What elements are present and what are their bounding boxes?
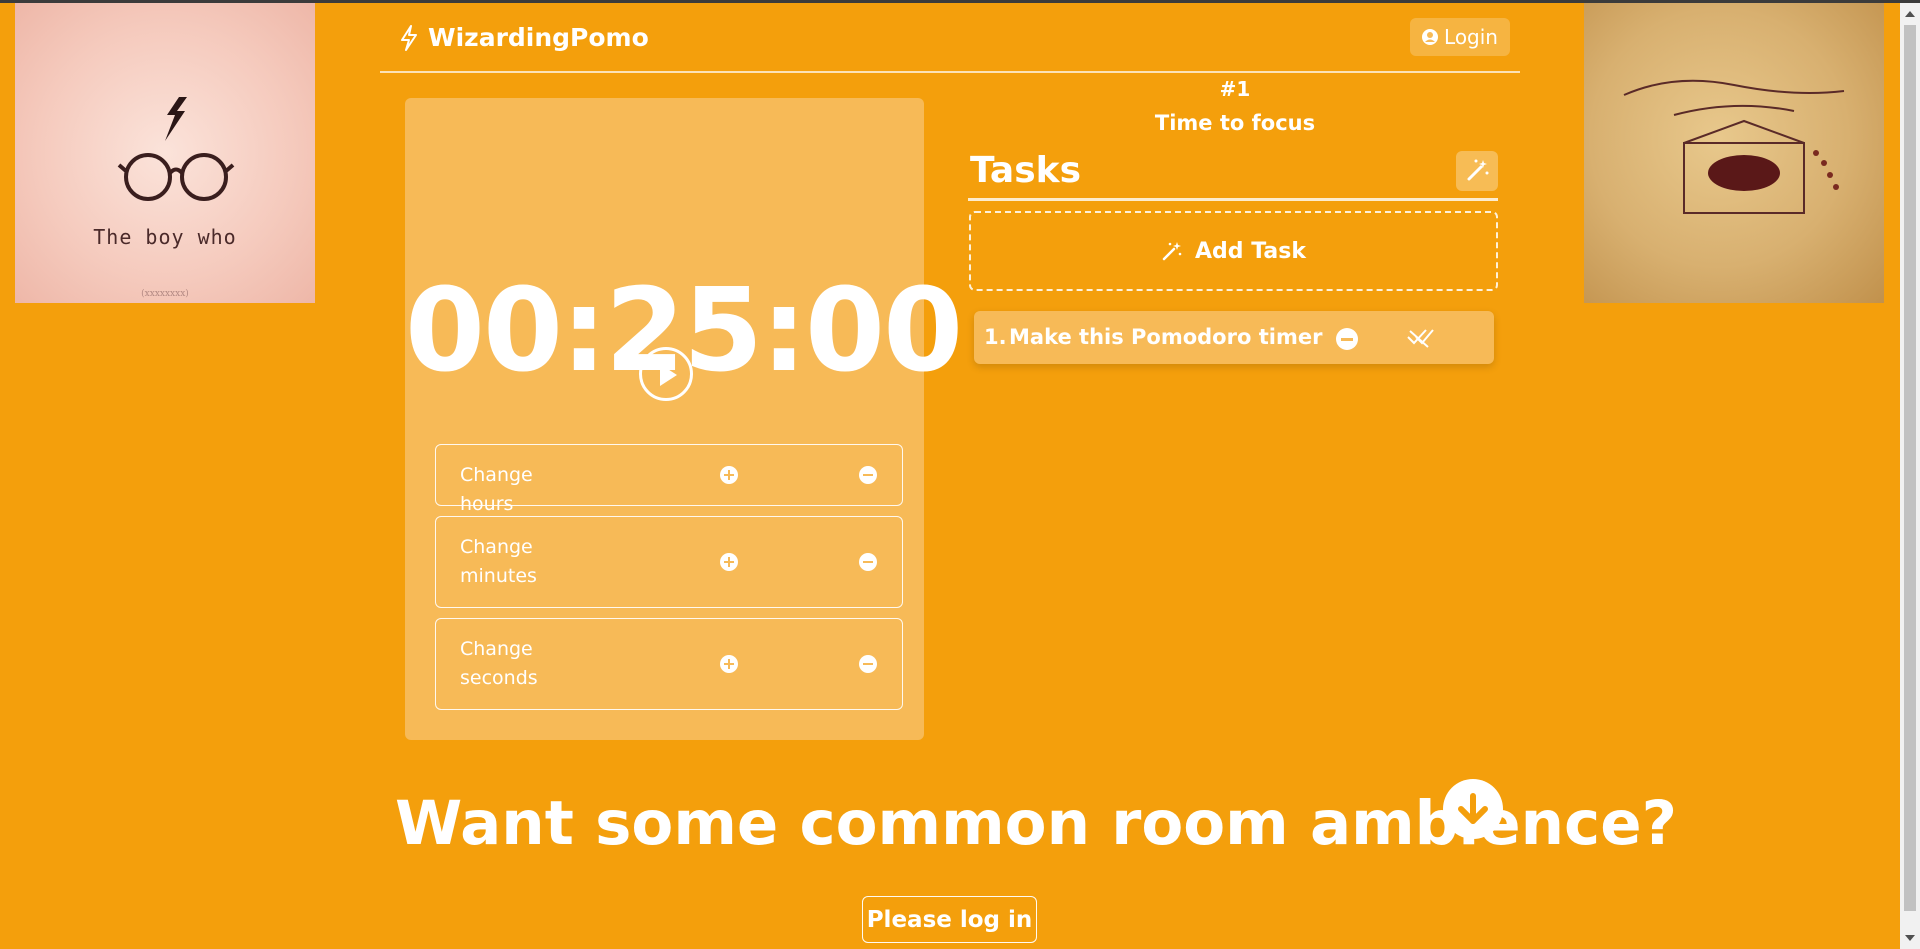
task-text: Make this Pomodoro timer: [1009, 325, 1323, 349]
image-signature: (xxxxxxxx): [141, 289, 189, 299]
session-number: #1: [1219, 77, 1251, 101]
magic-wand-button[interactable]: [1456, 151, 1498, 191]
timer-card: 00:25:00 Change hours Change minutes Cha…: [405, 98, 963, 740]
change-minutes-row: Change minutes: [435, 516, 903, 608]
marauders-map-image: [1584, 3, 1884, 303]
add-task-button[interactable]: Add Task: [969, 211, 1498, 291]
scrollbar-thumb[interactable]: [1904, 25, 1916, 911]
tasks-title: Tasks: [970, 150, 1082, 191]
wand-sparkle-icon: [1162, 242, 1182, 261]
play-icon: [660, 364, 677, 386]
task-item[interactable]: 1. Make this Pomodoro timer: [974, 311, 1494, 364]
image-caption: The boy who: [93, 225, 237, 249]
tasks-header: Tasks: [968, 146, 1498, 201]
login-label: Login: [1444, 25, 1498, 49]
check-double-icon[interactable]: [1406, 325, 1434, 349]
lightning-icon: [401, 24, 417, 51]
increase-hours-button[interactable]: [720, 466, 738, 484]
scroll-down-arrow-icon[interactable]: [1905, 935, 1915, 941]
brand-link[interactable]: WizardingPomo: [400, 23, 649, 52]
scroll-down-button[interactable]: [1443, 779, 1503, 839]
decrease-seconds-button[interactable]: [859, 655, 877, 673]
decrease-hours-button[interactable]: [859, 466, 877, 484]
change-minutes-label: Change minutes: [460, 536, 537, 587]
brand-name: WizardingPomo: [428, 23, 649, 52]
app-header: WizardingPomo Login: [380, 3, 1520, 73]
change-seconds-row: Change seconds: [435, 618, 903, 710]
decrease-minutes-button[interactable]: [859, 553, 877, 571]
login-button[interactable]: Login: [1410, 18, 1510, 56]
arrow-down-circle-icon: [1458, 793, 1488, 824]
change-seconds-label: Change seconds: [460, 638, 538, 689]
remove-task-button[interactable]: [1336, 328, 1358, 350]
task-number: 1.: [984, 325, 1007, 349]
please-login-button[interactable]: Please log in: [862, 896, 1037, 943]
add-task-label: Add Task: [1195, 238, 1306, 264]
increase-seconds-button[interactable]: [720, 655, 738, 673]
session-message: Time to focus: [1154, 111, 1316, 135]
scroll-up-arrow-icon[interactable]: [1905, 11, 1915, 17]
map-illustration-icon: [1623, 79, 1845, 214]
user-circle-icon: [1422, 29, 1439, 45]
change-hours-row: Change hours: [435, 444, 903, 515]
play-button[interactable]: [639, 347, 693, 401]
page-scrollbar[interactable]: [1900, 3, 1920, 949]
magic-wand-icon: [1467, 159, 1489, 181]
increase-minutes-button[interactable]: [720, 553, 738, 571]
glasses-lightning-image: The boy who (xxxxxxxx): [15, 3, 315, 303]
change-hours-label: Change hours: [460, 464, 533, 515]
glasses-icon: [117, 97, 235, 201]
